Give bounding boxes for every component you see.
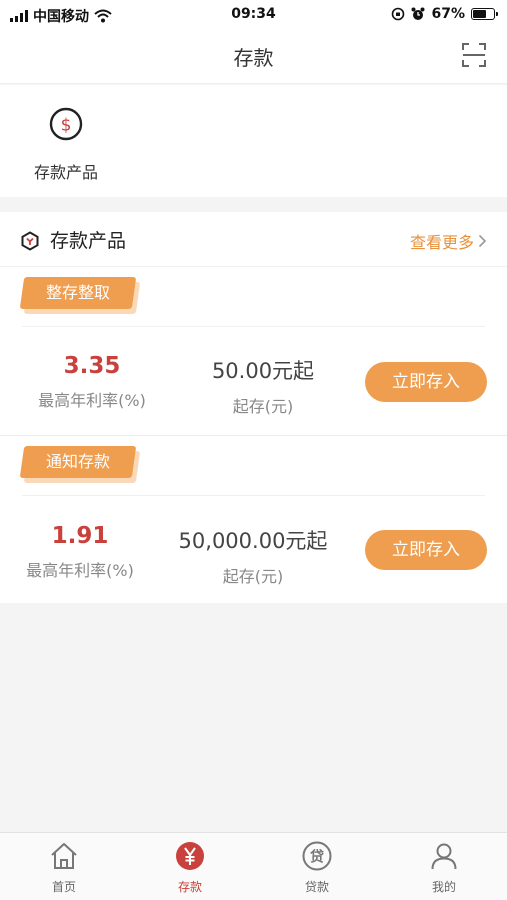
rate-label: 最高年利率(%)	[38, 391, 146, 410]
deposit-products-card: 存款产品 查看更多 整存整取 3.35 最高年利率(%) 50.00元起 起存(…	[0, 212, 507, 603]
loan-circle-icon: 贷	[302, 841, 332, 871]
minimum-value: 50,000.00元起	[178, 529, 328, 553]
dollar-circle-icon: $	[49, 107, 83, 141]
hexagon-icon	[21, 231, 39, 251]
tab-bar: 首页 存款 贷 贷款 我的	[0, 832, 507, 900]
product-minimum: 50.00元起 起存(元)	[188, 355, 338, 417]
product-minimum: 50,000.00元起 起存(元)	[168, 525, 338, 587]
rate-value: 1.91	[51, 523, 109, 549]
view-more-label: 查看更多	[409, 233, 474, 252]
status-bar: 中国移动 09:34 67%	[0, 0, 507, 28]
page-title: 存款	[233, 46, 274, 70]
deposit-now-button[interactable]: 立即存入	[365, 362, 487, 402]
minimum-value: 50.00元起	[211, 359, 315, 383]
minimum-label: 起存(元)	[232, 397, 294, 416]
product-tag: 通知存款	[19, 446, 141, 483]
scan-icon[interactable]	[461, 42, 487, 68]
status-right: 67%	[391, 6, 498, 22]
product-rate: 3.35 最高年利率(%)	[22, 353, 162, 411]
rate-label: 最高年利率(%)	[26, 561, 134, 580]
row-separator	[0, 435, 507, 436]
product-rate: 1.91 最高年利率(%)	[10, 523, 150, 581]
products-header: 存款产品 查看更多	[0, 212, 507, 267]
tab-label: 我的	[431, 880, 456, 894]
rate-value: 3.35	[63, 353, 121, 379]
quick-entry-section: $ 存款产品	[0, 85, 507, 197]
product-tag: 整存整取	[19, 277, 141, 314]
chevron-right-icon	[478, 234, 487, 248]
tab-mine[interactable]: 我的	[404, 841, 484, 895]
tab-label: 存款	[177, 880, 202, 894]
tab-home[interactable]: 首页	[24, 841, 104, 895]
home-icon	[51, 843, 77, 869]
battery-icon	[471, 8, 498, 20]
svg-text:$: $	[61, 116, 72, 136]
divider	[22, 495, 485, 496]
tab-deposit[interactable]: 存款	[150, 841, 230, 895]
minimum-label: 起存(元)	[222, 567, 284, 586]
battery-percent: 67%	[431, 6, 465, 22]
deposit-now-button[interactable]: 立即存入	[365, 530, 487, 570]
tab-label: 贷款	[304, 880, 329, 894]
person-icon	[431, 843, 457, 870]
quick-entry-deposit-products[interactable]: $ 存款产品	[22, 107, 110, 183]
tab-label: 首页	[51, 880, 76, 894]
quick-entry-label: 存款产品	[33, 163, 98, 182]
alarm-icon	[411, 7, 425, 20]
divider	[22, 326, 485, 327]
orientation-lock-icon	[392, 7, 405, 21]
view-more-link[interactable]: 查看更多	[410, 229, 487, 253]
nav-bar: 存款	[0, 28, 507, 84]
product-tag-label: 通知存款	[45, 452, 110, 471]
product-tag-label: 整存整取	[45, 283, 110, 302]
svg-text:贷: 贷	[310, 849, 324, 866]
products-section-title: 存款产品	[50, 230, 127, 252]
tab-loan[interactable]: 贷 贷款	[277, 841, 357, 895]
battery-fill	[473, 10, 487, 18]
yuan-circle-icon	[176, 842, 204, 870]
